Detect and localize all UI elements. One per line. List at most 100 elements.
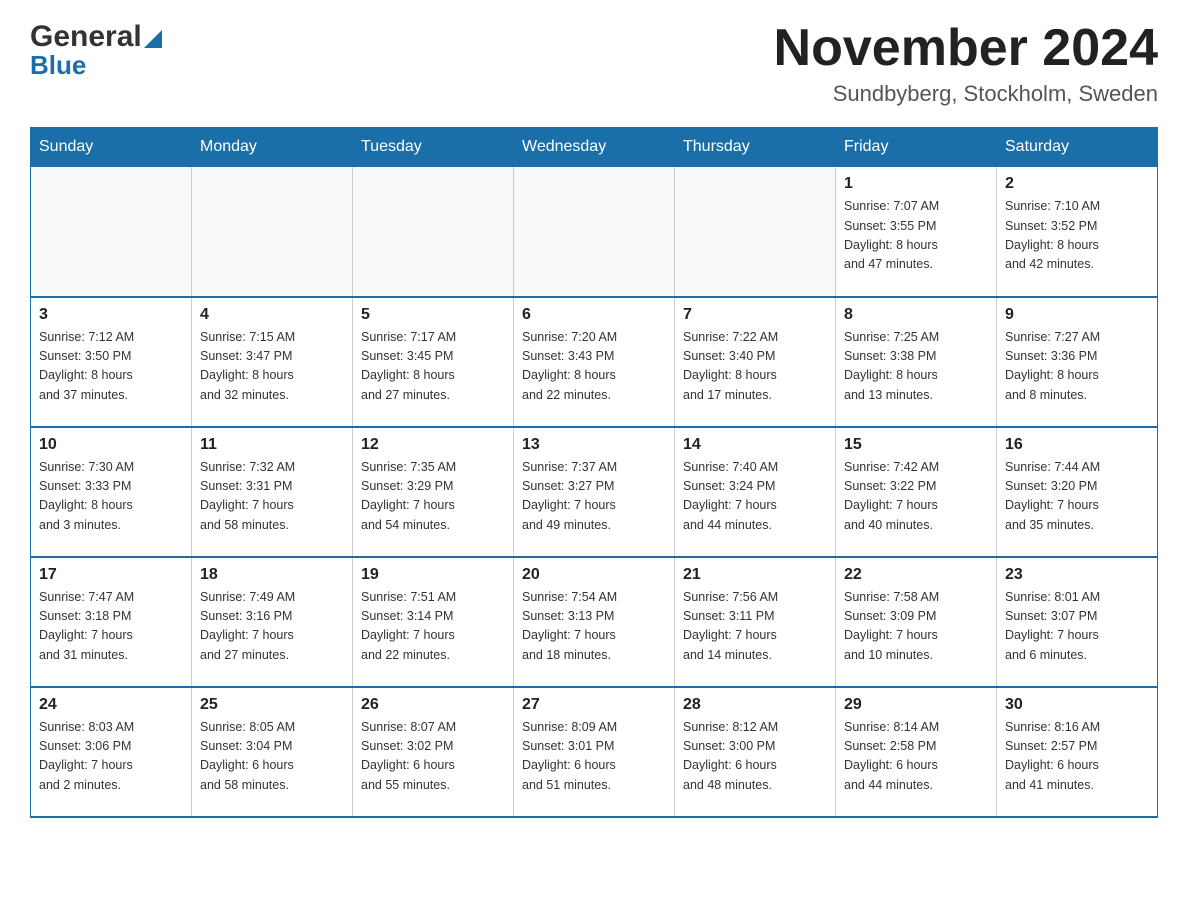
day-number: 28 <box>683 696 827 714</box>
calendar-cell: 21 Sunrise: 7:56 AM Sunset: 3:11 PM Dayli… <box>675 557 836 687</box>
day-number: 6 <box>522 306 666 324</box>
logo: General Blue <box>30 20 162 81</box>
calendar-cell: 28Sunrise: 8:12 AM Sunset: 3:00 PM Dayli… <box>675 687 836 817</box>
day-info: Sunrise: 8:07 AM Sunset: 3:02 PM Dayligh… <box>361 718 505 796</box>
day-number: 18 <box>200 566 344 584</box>
day-info: Sunrise: 7:32 AM Sunset: 3:31 PM Dayligh… <box>200 458 344 536</box>
day-info: Sunrise: 7:56 AM Sunset: 3:11 PM Dayligh… <box>683 588 827 666</box>
day-number: 19 <box>361 566 505 584</box>
calendar-cell: 22Sunrise: 7:58 AM Sunset: 3:09 PM Dayli… <box>836 557 997 687</box>
day-number: 10 <box>39 436 183 454</box>
day-info: Sunrise: 7:47 AM Sunset: 3:18 PM Dayligh… <box>39 588 183 666</box>
weekday-header-tuesday: Tuesday <box>353 128 514 167</box>
page-header: General Blue November 2024 Sundbyberg, S… <box>30 20 1158 107</box>
day-info: Sunrise: 7:27 AM Sunset: 3:36 PM Dayligh… <box>1005 328 1149 406</box>
calendar-table: SundayMondayTuesdayWednesdayThursdayFrid… <box>30 127 1158 818</box>
calendar-cell: 13 Sunrise: 7:37 AM Sunset: 3:27 PM Dayli… <box>514 427 675 557</box>
calendar-cell: 24Sunrise: 8:03 AM Sunset: 3:06 PM Dayli… <box>31 687 192 817</box>
day-info: Sunrise: 7:10 AM Sunset: 3:52 PM Dayligh… <box>1005 197 1149 275</box>
calendar-cell: 27Sunrise: 8:09 AM Sunset: 3:01 PM Dayli… <box>514 687 675 817</box>
day-info: Sunrise: 7:44 AM Sunset: 3:20 PM Dayligh… <box>1005 458 1149 536</box>
day-info: Sunrise: 7:35 AM Sunset: 3:29 PM Dayligh… <box>361 458 505 536</box>
calendar-cell <box>353 167 514 297</box>
weekday-header-saturday: Saturday <box>997 128 1158 167</box>
calendar-cell: 25 Sunrise: 8:05 AM Sunset: 3:04 PM Dayli… <box>192 687 353 817</box>
title-block: November 2024 Sundbyberg, Stockholm, Swe… <box>774 20 1158 107</box>
calendar-cell <box>192 167 353 297</box>
calendar-cell: 5 Sunrise: 7:17 AM Sunset: 3:45 PM Daylig… <box>353 297 514 427</box>
weekday-header-wednesday: Wednesday <box>514 128 675 167</box>
calendar-cell <box>31 167 192 297</box>
logo-general-text: General <box>30 20 142 54</box>
day-number: 3 <box>39 306 183 324</box>
day-info: Sunrise: 7:37 AM Sunset: 3:27 PM Dayligh… <box>522 458 666 536</box>
day-number: 20 <box>522 566 666 584</box>
calendar-cell: 12Sunrise: 7:35 AM Sunset: 3:29 PM Dayli… <box>353 427 514 557</box>
calendar-cell: 20 Sunrise: 7:54 AM Sunset: 3:13 PM Dayli… <box>514 557 675 687</box>
day-info: Sunrise: 8:14 AM Sunset: 2:58 PM Dayligh… <box>844 718 988 796</box>
calendar-cell: 17 Sunrise: 7:47 AM Sunset: 3:18 PM Dayli… <box>31 557 192 687</box>
week-row-5: 24Sunrise: 8:03 AM Sunset: 3:06 PM Dayli… <box>31 687 1158 817</box>
day-info: Sunrise: 7:30 AM Sunset: 3:33 PM Dayligh… <box>39 458 183 536</box>
day-info: Sunrise: 7:42 AM Sunset: 3:22 PM Dayligh… <box>844 458 988 536</box>
day-info: Sunrise: 7:17 AM Sunset: 3:45 PM Dayligh… <box>361 328 505 406</box>
day-number: 5 <box>361 306 505 324</box>
day-info: Sunrise: 7:51 AM Sunset: 3:14 PM Dayligh… <box>361 588 505 666</box>
calendar-cell: 18 Sunrise: 7:49 AM Sunset: 3:16 PM Dayli… <box>192 557 353 687</box>
day-number: 15 <box>844 436 988 454</box>
day-info: Sunrise: 7:40 AM Sunset: 3:24 PM Dayligh… <box>683 458 827 536</box>
day-number: 2 <box>1005 175 1149 193</box>
calendar-cell: 3 Sunrise: 7:12 AM Sunset: 3:50 PM Daylig… <box>31 297 192 427</box>
weekday-header-monday: Monday <box>192 128 353 167</box>
day-info: Sunrise: 8:01 AM Sunset: 3:07 PM Dayligh… <box>1005 588 1149 666</box>
calendar-cell <box>675 167 836 297</box>
calendar-cell: 1 Sunrise: 7:07 AM Sunset: 3:55 PM Daylig… <box>836 167 997 297</box>
day-info: Sunrise: 7:07 AM Sunset: 3:55 PM Dayligh… <box>844 197 988 275</box>
day-number: 17 <box>39 566 183 584</box>
calendar-cell: 16Sunrise: 7:44 AM Sunset: 3:20 PM Dayli… <box>997 427 1158 557</box>
calendar-cell: 14 Sunrise: 7:40 AM Sunset: 3:24 PM Dayli… <box>675 427 836 557</box>
day-info: Sunrise: 7:12 AM Sunset: 3:50 PM Dayligh… <box>39 328 183 406</box>
weekday-header-friday: Friday <box>836 128 997 167</box>
calendar-cell: 9 Sunrise: 7:27 AM Sunset: 3:36 PM Daylig… <box>997 297 1158 427</box>
day-number: 1 <box>844 175 988 193</box>
day-info: Sunrise: 8:05 AM Sunset: 3:04 PM Dayligh… <box>200 718 344 796</box>
calendar-cell: 11 Sunrise: 7:32 AM Sunset: 3:31 PM Dayli… <box>192 427 353 557</box>
week-row-4: 17 Sunrise: 7:47 AM Sunset: 3:18 PM Dayli… <box>31 557 1158 687</box>
calendar-cell: 4 Sunrise: 7:15 AM Sunset: 3:47 PM Daylig… <box>192 297 353 427</box>
day-number: 22 <box>844 566 988 584</box>
calendar-cell: 23Sunrise: 8:01 AM Sunset: 3:07 PM Dayli… <box>997 557 1158 687</box>
day-number: 4 <box>200 306 344 324</box>
calendar-cell: 30 Sunrise: 8:16 AM Sunset: 2:57 PM Dayli… <box>997 687 1158 817</box>
calendar-cell: 15 Sunrise: 7:42 AM Sunset: 3:22 PM Dayli… <box>836 427 997 557</box>
day-number: 25 <box>200 696 344 714</box>
calendar-cell: 6 Sunrise: 7:20 AM Sunset: 3:43 PM Daylig… <box>514 297 675 427</box>
day-info: Sunrise: 8:09 AM Sunset: 3:01 PM Dayligh… <box>522 718 666 796</box>
day-number: 29 <box>844 696 988 714</box>
day-info: Sunrise: 7:49 AM Sunset: 3:16 PM Dayligh… <box>200 588 344 666</box>
weekday-header-thursday: Thursday <box>675 128 836 167</box>
day-number: 21 <box>683 566 827 584</box>
day-number: 14 <box>683 436 827 454</box>
day-info: Sunrise: 7:20 AM Sunset: 3:43 PM Dayligh… <box>522 328 666 406</box>
day-number: 11 <box>200 436 344 454</box>
day-number: 13 <box>522 436 666 454</box>
calendar-cell: 8Sunrise: 7:25 AM Sunset: 3:38 PM Daylig… <box>836 297 997 427</box>
calendar-cell: 26 Sunrise: 8:07 AM Sunset: 3:02 PM Dayli… <box>353 687 514 817</box>
location-text: Sundbyberg, Stockholm, Sweden <box>774 81 1158 107</box>
week-row-2: 3 Sunrise: 7:12 AM Sunset: 3:50 PM Daylig… <box>31 297 1158 427</box>
logo-blue-text: Blue <box>30 50 86 81</box>
day-info: Sunrise: 7:54 AM Sunset: 3:13 PM Dayligh… <box>522 588 666 666</box>
day-info: Sunrise: 8:16 AM Sunset: 2:57 PM Dayligh… <box>1005 718 1149 796</box>
day-number: 30 <box>1005 696 1149 714</box>
day-number: 9 <box>1005 306 1149 324</box>
calendar-cell <box>514 167 675 297</box>
week-row-1: 1 Sunrise: 7:07 AM Sunset: 3:55 PM Daylig… <box>31 167 1158 297</box>
calendar-cell: 2 Sunrise: 7:10 AM Sunset: 3:52 PM Daylig… <box>997 167 1158 297</box>
day-number: 26 <box>361 696 505 714</box>
weekday-header-row: SundayMondayTuesdayWednesdayThursdayFrid… <box>31 128 1158 167</box>
calendar-cell: 10 Sunrise: 7:30 AM Sunset: 3:33 PM Dayli… <box>31 427 192 557</box>
calendar-cell: 19 Sunrise: 7:51 AM Sunset: 3:14 PM Dayli… <box>353 557 514 687</box>
day-info: Sunrise: 7:15 AM Sunset: 3:47 PM Dayligh… <box>200 328 344 406</box>
day-number: 7 <box>683 306 827 324</box>
